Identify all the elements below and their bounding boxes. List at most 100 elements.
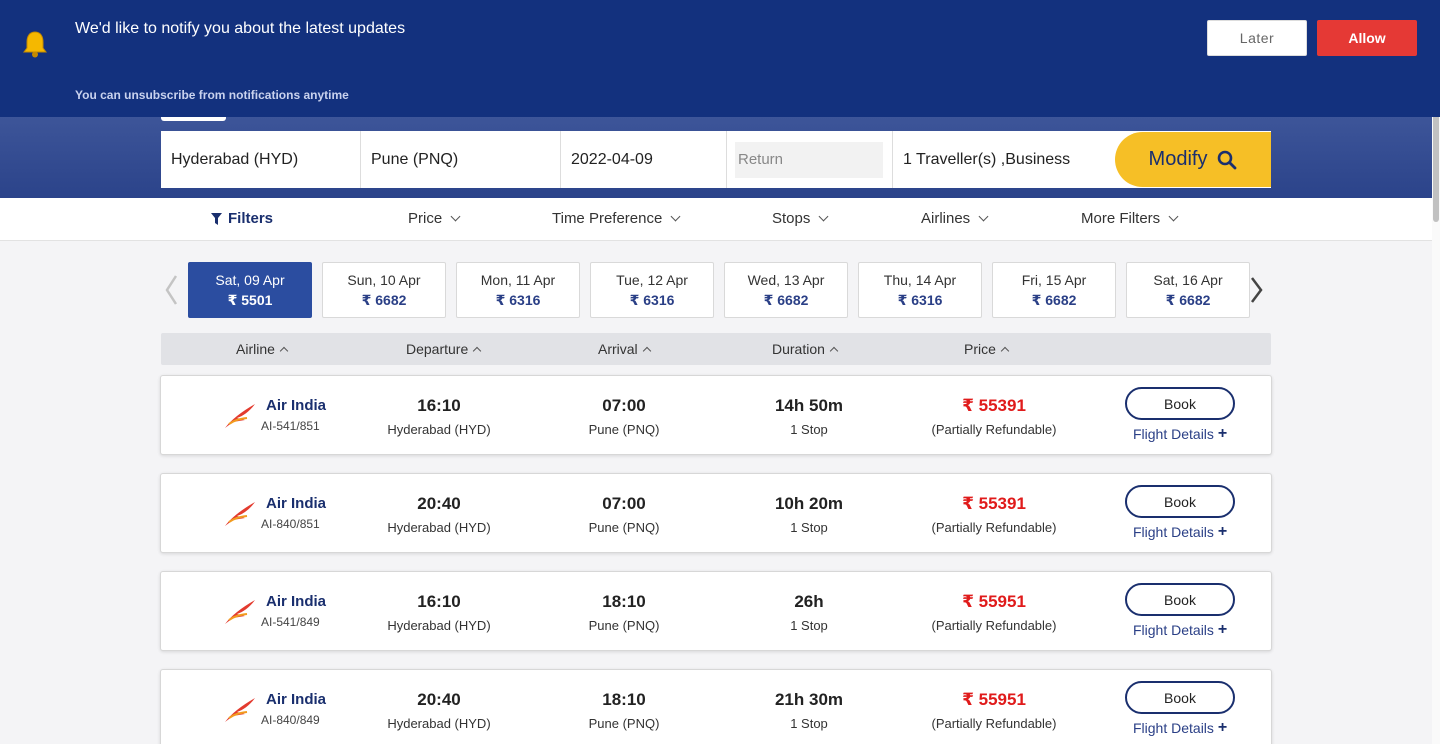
plus-icon: +	[1217, 719, 1228, 736]
later-button[interactable]: Later	[1207, 20, 1307, 56]
flight-row: Air India AI-840/849 20:40 Hyderabad (HYD…	[160, 669, 1272, 744]
from-field[interactable]: Hyderabad (HYD)	[161, 131, 361, 188]
flight-details-link[interactable]: Flight Details +	[1133, 719, 1227, 737]
date-price: ₹ 6682	[361, 292, 407, 308]
return-field[interactable]: Return	[727, 131, 893, 188]
date-card[interactable]: Sat, 16 Apr ₹ 6682	[1126, 262, 1250, 318]
departure-city: Hyderabad (HYD)	[387, 422, 491, 437]
date-label: Wed, 13 Apr	[747, 272, 825, 288]
flight-details-label: Flight Details	[1133, 720, 1214, 736]
depart-date-field[interactable]: 2022-04-09	[561, 131, 727, 188]
notification-banner: We'd like to notify you about the latest…	[0, 0, 1440, 117]
bell-icon	[23, 31, 47, 58]
sort-departure[interactable]: Departure	[406, 341, 482, 357]
date-card[interactable]: Thu, 14 Apr ₹ 6316	[858, 262, 982, 318]
stops: 1 Stop	[790, 520, 828, 535]
arrival-time: 18:10	[602, 592, 646, 611]
date-card[interactable]: Sun, 10 Apr ₹ 6682	[322, 262, 446, 318]
departure-time: 20:40	[417, 494, 461, 513]
duration: 10h 20m	[774, 494, 844, 513]
stops-filter[interactable]: Stops	[772, 210, 829, 227]
to-field[interactable]: Pune (PNQ)	[361, 131, 561, 188]
date-card[interactable]: Wed, 13 Apr ₹ 6682	[724, 262, 848, 318]
sort-duration[interactable]: Duration	[772, 341, 839, 357]
arrival-header: Arrival	[598, 341, 638, 357]
flight-details-link[interactable]: Flight Details +	[1133, 523, 1227, 541]
price-filter[interactable]: Price	[408, 210, 461, 227]
flight-details-link[interactable]: Flight Details +	[1133, 621, 1227, 639]
chevron-down-icon	[978, 211, 989, 222]
modify-button[interactable]: Modify	[1115, 132, 1271, 187]
price-header: Price	[964, 341, 996, 357]
filters-label: Filters	[228, 210, 274, 227]
book-button[interactable]: Book	[1125, 583, 1235, 616]
chevron-left-icon[interactable]	[164, 274, 178, 306]
trip-type-tab[interactable]	[161, 117, 226, 121]
duration: 21h 30m	[774, 690, 844, 709]
book-button[interactable]: Book	[1125, 485, 1235, 518]
flight-details-link[interactable]: Flight Details +	[1133, 425, 1227, 443]
departure-city: Hyderabad (HYD)	[387, 520, 491, 535]
plus-icon: +	[1217, 425, 1228, 442]
modify-label: Modify	[1148, 148, 1208, 170]
date-card[interactable]: Mon, 11 Apr ₹ 6316	[456, 262, 580, 318]
notification-title: We'd like to notify you about the latest…	[75, 20, 406, 37]
more-filters-label: More Filters	[1081, 210, 1161, 227]
departure-city: Hyderabad (HYD)	[387, 618, 491, 633]
date-label: Tue, 12 Apr	[616, 272, 688, 288]
airlines-filter[interactable]: Airlines	[921, 210, 989, 227]
airline-name: Air India	[266, 593, 327, 610]
book-button[interactable]: Book	[1125, 681, 1235, 714]
air-india-logo	[225, 404, 255, 428]
chevron-down-icon	[670, 211, 681, 222]
book-button[interactable]: Book	[1125, 387, 1235, 420]
date-card[interactable]: Fri, 15 Apr ₹ 6682	[992, 262, 1116, 318]
refund-status: (Partially Refundable)	[931, 520, 1057, 535]
flight-row: Air India AI-541/851 16:10 Hyderabad (HYD…	[160, 375, 1272, 455]
date-price: ₹ 6682	[1165, 292, 1211, 308]
sort-airline[interactable]: Airline	[236, 341, 289, 357]
price: ₹ 55391	[962, 396, 1026, 415]
allow-button[interactable]: Allow	[1317, 20, 1417, 56]
search-bar: Hyderabad (HYD) Pune (PNQ) 2022-04-09 Re…	[161, 131, 1271, 188]
filters-toggle[interactable]: Filters	[211, 210, 273, 227]
departure-time: 16:10	[417, 592, 461, 611]
date-label: Sat, 09 Apr	[215, 272, 285, 288]
arrival-city: Pune (PNQ)	[588, 422, 660, 437]
airline-name: Air India	[266, 691, 327, 708]
departure-header: Departure	[406, 341, 469, 357]
refund-status: (Partially Refundable)	[931, 618, 1057, 633]
flight-details-label: Flight Details	[1133, 426, 1214, 442]
date-card[interactable]: Sat, 09 Apr ₹ 5501	[188, 262, 312, 318]
time-preference-filter[interactable]: Time Preference	[552, 210, 681, 227]
flight-code: AI-541/851	[261, 419, 320, 433]
results-header: Airline Departure Arrival Duration Price	[161, 333, 1271, 365]
duration: 14h 50m	[774, 396, 844, 415]
sort-price[interactable]: Price	[964, 341, 1010, 357]
stops: 1 Stop	[790, 618, 828, 633]
flight-row: Air India AI-840/851 20:40 Hyderabad (HYD…	[160, 473, 1272, 553]
date-label: Thu, 14 Apr	[883, 272, 957, 288]
refund-status: (Partially Refundable)	[931, 716, 1057, 731]
airlines-filter-label: Airlines	[921, 210, 971, 227]
return-input[interactable]: Return	[735, 141, 883, 178]
flight-row: Air India AI-541/849 16:10 Hyderabad (HYD…	[160, 571, 1272, 651]
air-india-logo	[225, 600, 255, 624]
more-filters[interactable]: More Filters	[1081, 210, 1179, 227]
sort-arrival[interactable]: Arrival	[598, 341, 651, 357]
departure-time: 16:10	[417, 396, 461, 415]
chevron-down-icon	[818, 211, 829, 222]
chevron-up-icon	[473, 346, 482, 355]
travellers-field[interactable]: 1 Traveller(s) ,Business	[893, 131, 1115, 188]
chevron-up-icon	[642, 346, 651, 355]
price: ₹ 55951	[962, 592, 1026, 611]
flight-details-label: Flight Details	[1133, 524, 1214, 540]
duration-header: Duration	[772, 341, 825, 357]
chevron-up-icon	[279, 346, 289, 355]
price-filter-label: Price	[408, 210, 443, 227]
date-card[interactable]: Tue, 12 Apr ₹ 6316	[590, 262, 714, 318]
date-price: ₹ 6316	[629, 292, 675, 308]
flight-details-label: Flight Details	[1133, 622, 1214, 638]
date-label: Sun, 10 Apr	[347, 272, 421, 288]
chevron-right-icon[interactable]	[1250, 274, 1264, 306]
